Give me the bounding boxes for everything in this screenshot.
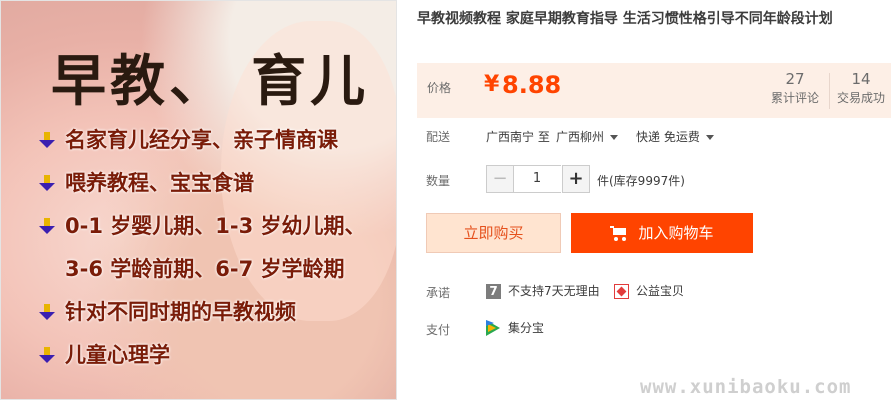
image-bullet-item: 儿童心理学: [39, 334, 366, 377]
image-bullet-item: 名家育儿经分享、亲子情商课: [39, 119, 366, 162]
jifenbao-icon: [486, 320, 502, 336]
add-to-cart-label: 加入购物车: [638, 224, 714, 242]
down-arrow-icon: [39, 132, 55, 148]
image-bullet-text: 喂养教程、宝宝食谱: [65, 171, 254, 195]
shipping-destination: 广西柳州: [556, 130, 605, 144]
reviews-count: 27: [785, 70, 805, 88]
no-seven-day-return-icon: 7: [486, 284, 501, 299]
image-bullet-text: 儿童心理学: [65, 343, 170, 367]
price-currency: ¥: [484, 72, 500, 97]
sales-label: 交易成功: [836, 91, 885, 105]
charity-heart-icon: [614, 284, 629, 299]
promise-label: 承诺: [426, 286, 451, 300]
image-bullet-text: 针对不同时期的早教视频: [65, 300, 296, 324]
watermark: www.xunibaoku.com: [640, 376, 852, 398]
image-bullet-list: 名家育儿经分享、亲子情商课 喂养教程、宝宝食谱 0-1 岁婴儿期、1-3 岁幼儿…: [39, 119, 366, 377]
charity-text[interactable]: 公益宝贝: [636, 284, 684, 299]
shipping-method-select[interactable]: 快递 免运费: [636, 128, 714, 145]
stat-divider: [829, 73, 830, 109]
cart-icon: [610, 226, 628, 241]
down-arrow-icon: [39, 175, 55, 191]
quantity-increase-button[interactable]: +: [562, 165, 590, 193]
sales-count: 14: [851, 70, 871, 88]
quantity-input[interactable]: 1: [513, 165, 561, 193]
down-arrow-icon: [39, 218, 55, 234]
shipping-from: 广西南宁 至: [486, 130, 550, 144]
product-title: 早教视频教程 家庭早期教育指导 生活习惯性格引导不同年龄段计划: [417, 11, 833, 27]
payment-label: 支付: [426, 323, 451, 337]
chevron-down-icon: [610, 135, 619, 140]
down-arrow-icon: [39, 304, 55, 320]
down-arrow-icon: [39, 347, 55, 363]
reviews-stat[interactable]: 27 累计评论: [769, 69, 821, 107]
quantity-label: 数量: [426, 174, 451, 188]
no-return-text[interactable]: 不支持7天无理由: [508, 284, 600, 299]
image-bullet-item: 针对不同时期的早教视频: [39, 291, 366, 334]
buy-now-button[interactable]: 立即购买: [426, 213, 561, 253]
chevron-down-icon: [705, 135, 714, 140]
stock-text: 件(库存9997件): [597, 174, 685, 188]
image-bullet-text: 名家育儿经分享、亲子情商课: [65, 128, 338, 152]
sales-stat[interactable]: 14 交易成功: [835, 69, 887, 107]
image-bullet-item: 0-1 岁婴儿期、1-3 岁幼儿期、: [39, 205, 366, 248]
add-to-cart-button[interactable]: 加入购物车: [571, 213, 753, 253]
shipping-destination-select[interactable]: 广西柳州: [556, 128, 619, 145]
quantity-decrease-button[interactable]: −: [486, 165, 514, 193]
price-panel: 价格 ¥ 8.88 27 累计评论 14 交易成功: [417, 63, 891, 118]
image-bullet-text: 0-1 岁婴儿期、1-3 岁幼儿期、: [65, 214, 366, 238]
price-label: 价格: [427, 81, 452, 95]
image-headline: 早教、 育儿: [51, 49, 370, 113]
image-bullet-continuation: 3-6 学龄前期、6-7 岁学龄期: [39, 248, 366, 291]
image-bullet-item: 喂养教程、宝宝食谱: [39, 162, 366, 205]
reviews-label: 累计评论: [770, 91, 819, 105]
shipping-method: 快递 免运费: [636, 130, 700, 144]
product-image[interactable]: 早教、 育儿 名家育儿经分享、亲子情商课 喂养教程、宝宝食谱 0-1 岁婴儿期、…: [0, 0, 397, 400]
price-value: 8.88: [502, 71, 562, 99]
image-bullet-text: 3-6 学龄前期、6-7 岁学龄期: [65, 257, 345, 281]
payment-method[interactable]: 集分宝: [508, 321, 544, 336]
shipping-label: 配送: [426, 130, 451, 144]
